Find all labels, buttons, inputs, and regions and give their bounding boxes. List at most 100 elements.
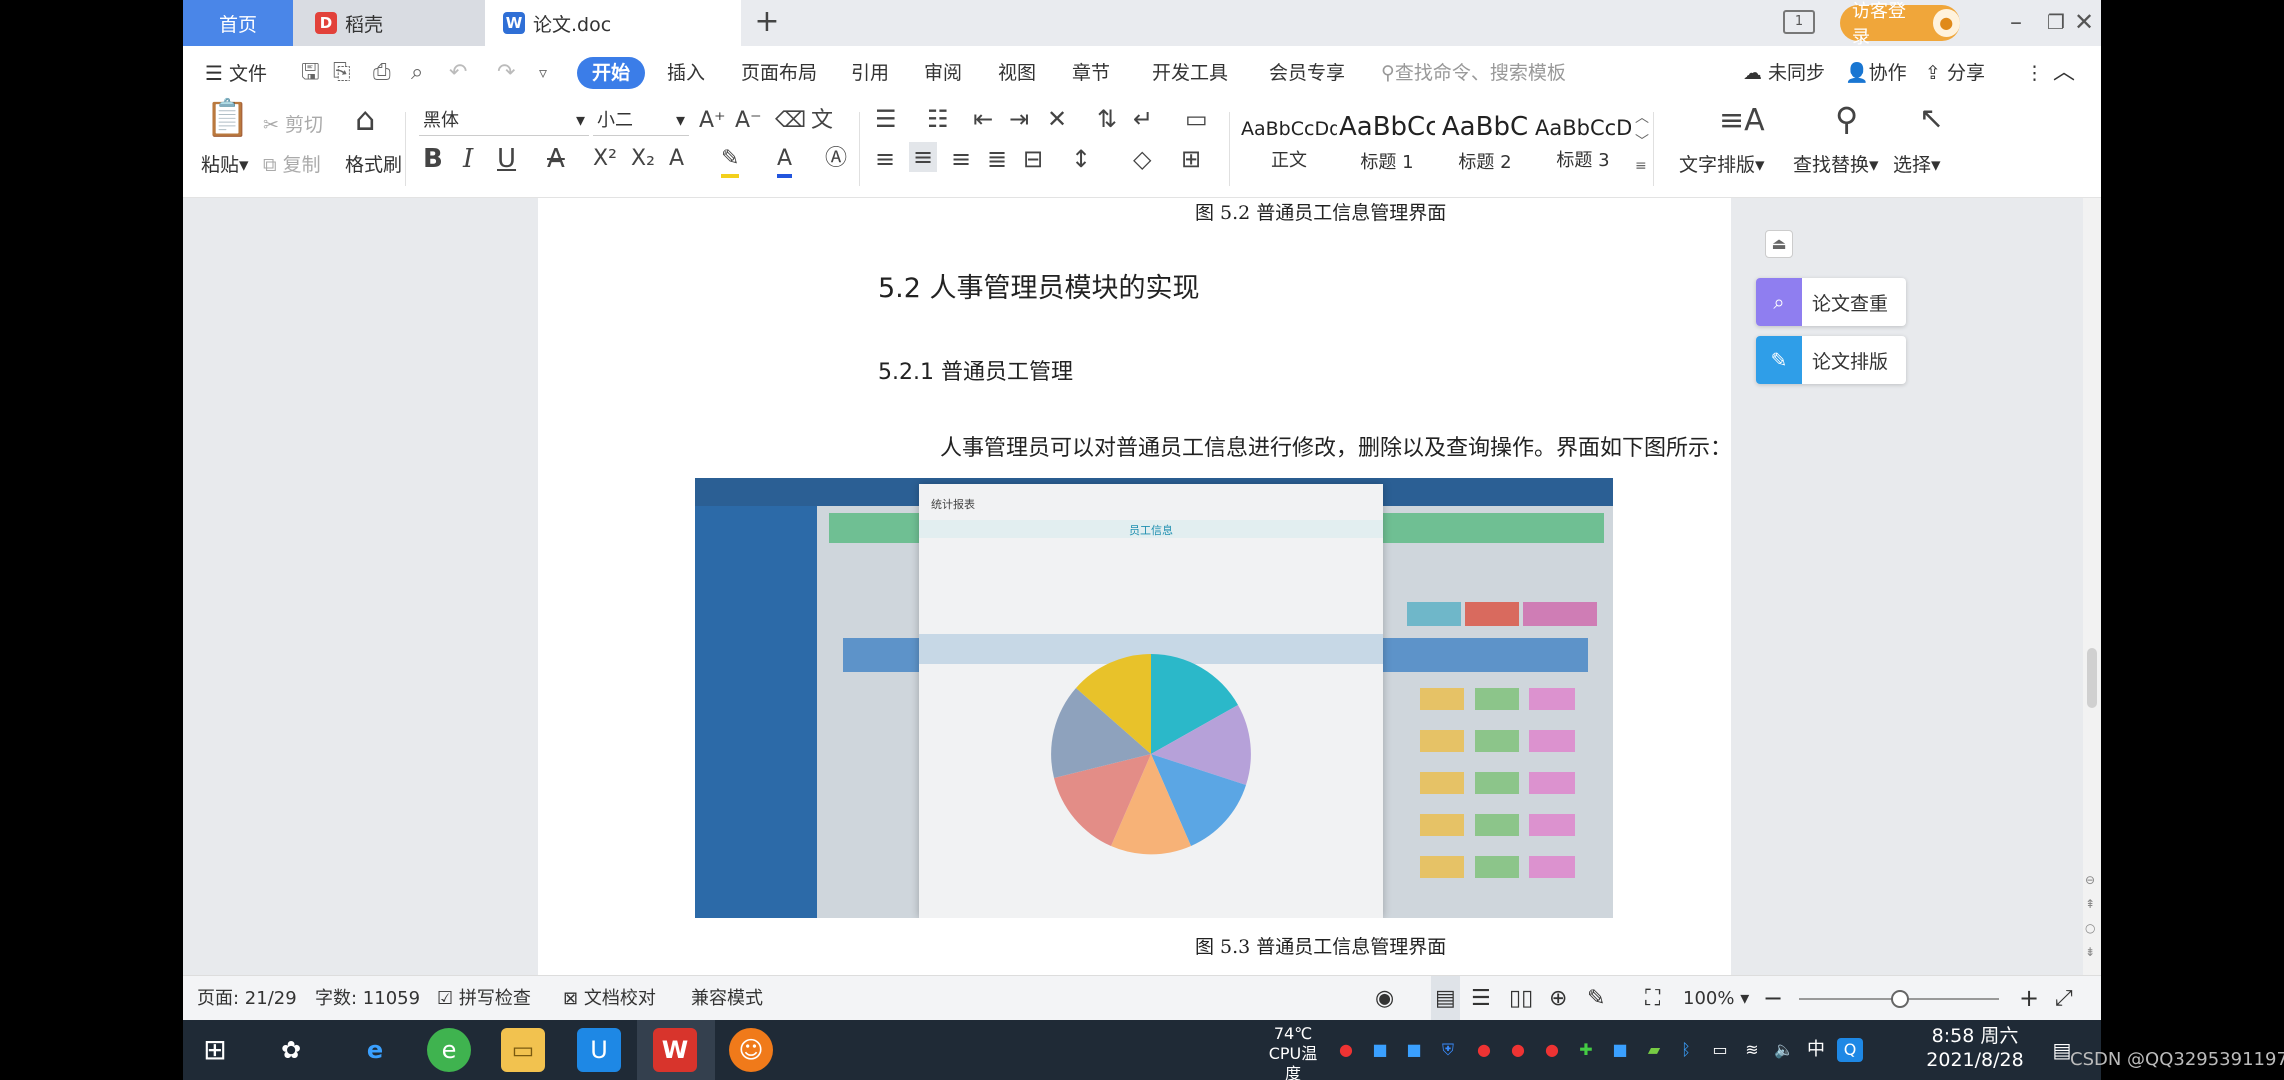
app-u-icon[interactable]: U [577,1028,621,1072]
share-button[interactable]: ⇪ 分享 [1925,46,1985,100]
qq-icon[interactable]: ● [1505,1038,1531,1062]
ime-indicator[interactable]: 中 [1803,1038,1829,1062]
zoom-select[interactable]: 100% ▾ [1683,976,1749,1021]
fit-page-icon[interactable]: ⛶ [1645,976,1660,1021]
justify-icon[interactable]: ≣ [987,144,1007,174]
more-icon[interactable]: ⋮ [2025,46,2044,100]
paste-button[interactable]: 粘贴▾ [201,150,249,177]
minimize-icon[interactable]: – [1995,2,2037,42]
font-size-select[interactable]: 小二 ▾ [593,106,689,136]
font-name-select[interactable]: 黑体 ▾ [419,106,589,136]
tray-app-icon[interactable]: ■ [1401,1038,1427,1062]
find-replace-button[interactable]: 查找替换▾ [1793,150,1879,177]
menu-insert[interactable]: 插入 [667,46,705,100]
text-layout-button[interactable]: 文字排版▾ [1679,150,1765,177]
tab-home[interactable]: 首页 [183,0,293,46]
scrollbar-thumb[interactable] [2087,648,2097,708]
show-marks-icon[interactable]: ↵ [1133,104,1153,134]
char-border-icon[interactable]: Ⓐ [825,144,847,174]
menu-review[interactable]: 审阅 [924,46,962,100]
print-icon[interactable]: ⎙ [373,60,391,86]
cut-button[interactable]: ✂ 剪切 [263,110,323,137]
menu-view[interactable]: 视图 [998,46,1036,100]
bluetooth-icon[interactable]: ᛒ [1673,1038,1699,1062]
ie-browser-icon[interactable]: e [353,1028,397,1072]
pen-icon[interactable]: ✎ [1587,976,1605,1021]
system-clock[interactable]: 8:58 周六 2021/8/28 [1925,1024,2025,1072]
align-center-icon[interactable]: ≡ [909,142,938,172]
style-heading3[interactable]: AaBbCcD 标题 3 [1535,104,1631,184]
italic-icon[interactable]: I [463,144,473,174]
numbered-list-icon[interactable]: ☷ [927,104,949,134]
zoom-in-icon[interactable]: + [2019,976,2039,1021]
export-icon[interactable]: ⎘ [333,60,351,86]
sort-icon[interactable]: ⇅ [1097,104,1117,134]
clear-format-icon[interactable]: ⌫ [775,106,806,136]
bold-icon[interactable]: B [423,144,443,174]
subscript-icon[interactable]: X₂ [631,144,655,174]
eye-protection-icon[interactable]: ◉ [1375,976,1394,1021]
close-icon[interactable]: ✕ [2063,2,2101,42]
text-effect-icon[interactable]: A [669,144,684,174]
superscript-icon[interactable]: X² [593,144,617,174]
style-normal[interactable]: AaBbCcDd 正文 [1241,104,1337,184]
shrink-font-icon[interactable]: A⁻ [735,106,762,136]
menu-page-layout[interactable]: 页面布局 [741,46,817,100]
style-heading2[interactable]: AaBbC 标题 2 [1437,104,1533,184]
tab-daoke[interactable]: D 稻壳 [293,0,485,46]
tab-document[interactable]: W 论文.doc [485,0,741,46]
tray-app-icon[interactable]: ● [1333,1038,1359,1062]
nvidia-icon[interactable]: ▰ [1641,1038,1667,1062]
distributed-icon[interactable]: ⊟ [1023,144,1043,174]
fullscreen-icon[interactable]: ⤢ [2055,976,2073,1021]
zoom-out-icon[interactable]: − [1763,976,1783,1021]
qq-search-icon[interactable]: Q [1837,1038,1863,1062]
redo-icon[interactable]: ↷ [497,60,515,86]
spell-check[interactable]: ☑ 拼写检查 [437,976,531,1021]
network-device-icon[interactable]: ▭ [1707,1038,1733,1062]
web-view-icon[interactable]: ⊕ [1549,976,1567,1021]
strikethrough-icon[interactable]: A [547,144,565,174]
line-spacing-icon[interactable]: ↕ [1071,144,1091,174]
qq-icon[interactable]: ● [1471,1038,1497,1062]
decrease-indent-icon[interactable]: ⇤ [973,104,993,134]
app-face-icon[interactable]: ☺ [729,1028,773,1072]
window-layout-icon[interactable]: 1 [1783,10,1815,34]
shading-icon[interactable]: ◇ [1133,144,1151,174]
tray-app-icon[interactable]: ✚ [1573,1038,1599,1062]
highlight-icon[interactable]: ✎ [721,144,740,178]
login-button[interactable]: 访客登录 ● [1840,1,1960,48]
quick-access-dropdown-icon[interactable]: ▿ [539,60,547,86]
command-search[interactable]: ⚲查找命令、搜索模板 [1381,46,1566,100]
copy-button[interactable]: ⧉ 复制 [263,150,321,177]
print-preview-icon[interactable]: ⌕ [411,60,423,86]
windows-start-icon[interactable]: ⊞ [193,1028,237,1072]
menu-developer[interactable]: 开发工具 [1152,46,1228,100]
align-right-icon[interactable]: ≡ [951,144,971,174]
paper-check-button[interactable]: ⌕ 论文查重 [1756,278,1906,326]
save-icon[interactable]: 🖫 [301,60,320,86]
style-scroll-icon[interactable]: ︿ ﹀ ≡ [1635,106,1649,178]
sync-status[interactable]: ☁ 未同步 [1743,46,1825,100]
collapse-ribbon-icon[interactable]: ︿ [2053,46,2075,100]
increase-indent-icon[interactable]: ⇥ [1009,104,1029,134]
menu-chapter[interactable]: 章节 [1072,46,1110,100]
page-nav-icons[interactable]: ⊖ ⇞ ○ ⇟ [2085,868,2095,964]
select-button[interactable]: 选择▾ [1893,150,1941,177]
paper-format-button[interactable]: ✎ 论文排版 [1756,336,1906,384]
menu-file[interactable]: ☰ 文件 [205,46,267,100]
align-left-icon[interactable]: ≡ [875,144,895,174]
wifi-icon[interactable]: ≋ [1739,1038,1765,1062]
qq-icon[interactable]: ● [1539,1038,1565,1062]
borders-icon[interactable]: ⊞ [1181,144,1201,174]
underline-icon[interactable]: U [497,144,516,174]
grow-font-icon[interactable]: A⁺ [699,106,726,136]
volume-icon[interactable]: 🔈 [1771,1038,1797,1062]
file-explorer-icon[interactable]: ▭ [501,1028,545,1072]
panel-collapse-icon[interactable]: ⏏ [1765,230,1793,258]
reading-view-icon[interactable]: ▯▯ [1509,976,1533,1021]
shield-icon[interactable]: ⛨ [1435,1038,1461,1062]
menu-references[interactable]: 引用 [851,46,889,100]
font-color-icon[interactable]: A [777,144,793,178]
menu-start[interactable]: 开始 [577,57,645,89]
